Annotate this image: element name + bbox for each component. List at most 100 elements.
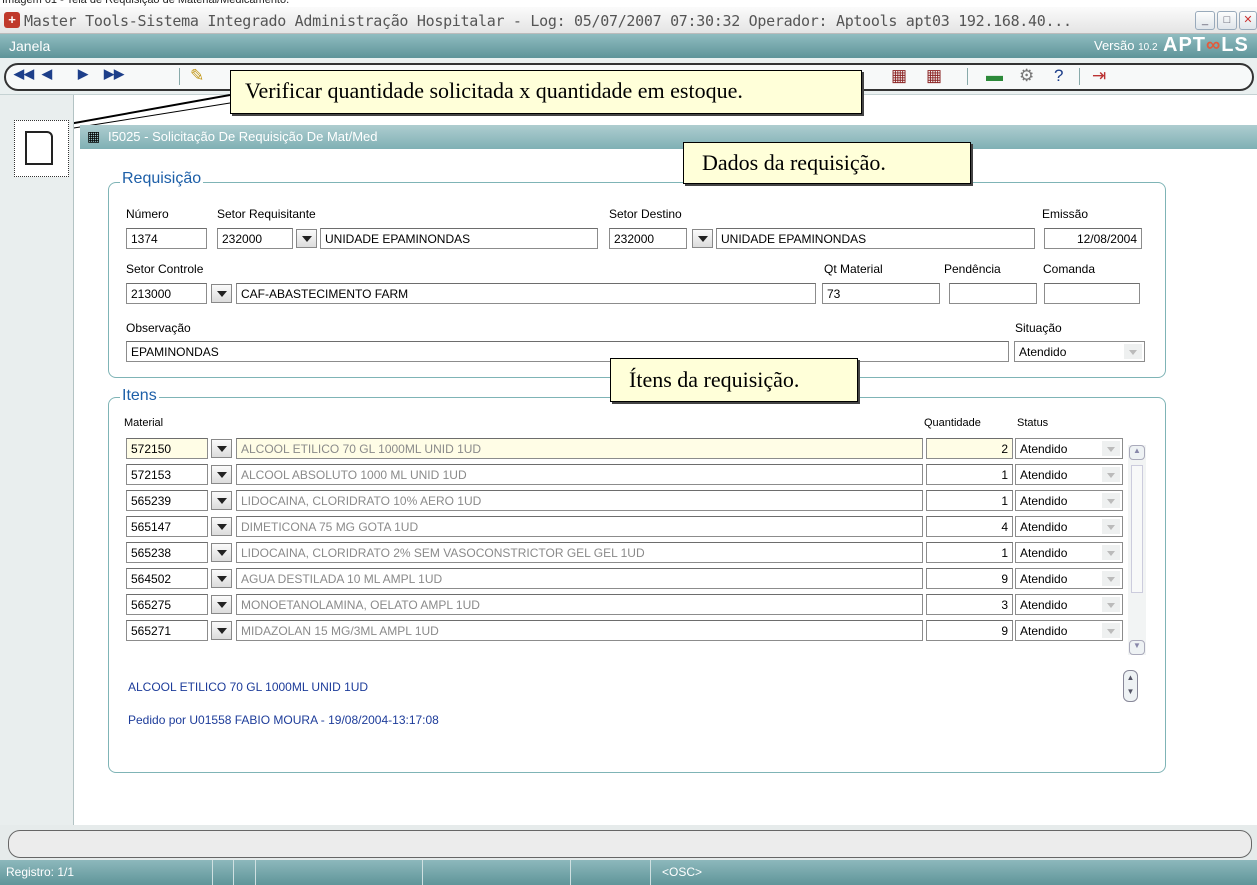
item-lov-button[interactable] [211,569,232,588]
item-quantity[interactable]: 1 [926,542,1013,563]
qt-material-field[interactable]: 73 [822,283,940,304]
pendencia-label: Pendência [944,262,1001,276]
setor-controle-name[interactable]: CAF-ABASTECIMENTO FARM [236,283,816,304]
item-code[interactable]: 572153 [126,464,208,485]
item-lov-button[interactable] [211,439,232,458]
item-lov-button[interactable] [211,465,232,484]
chevron-down-icon [1102,441,1120,456]
item-code[interactable]: 565238 [126,542,208,563]
item-status-select[interactable]: Atendido [1015,464,1123,485]
item-lov-button[interactable] [211,491,232,510]
item-quantity[interactable]: 4 [926,516,1013,537]
status-separator [255,860,256,885]
item-quantity[interactable]: 1 [926,490,1013,511]
item-status-value: Atendido [1020,520,1068,534]
itens-scrollbar[interactable]: ▲ ▼ [1128,445,1146,655]
emissao-field[interactable]: 12/08/2004 [1044,228,1142,249]
item-status-select[interactable]: Atendido [1015,542,1123,563]
setor-requisitante-name[interactable]: UNIDADE EPAMINONDAS [320,228,598,249]
chevron-down-icon [1102,545,1120,560]
setor-destino-code[interactable]: 232000 [609,228,687,249]
left-rail [0,95,74,825]
form-title: I5025 - Solicitação De Requisição De Mat… [108,129,378,144]
item-lov-button[interactable] [211,517,232,536]
chevron-down-icon [1102,597,1120,612]
item-quantity[interactable]: 9 [926,568,1013,589]
status-separator [570,860,571,885]
item-code[interactable]: 565275 [126,594,208,615]
item-status-select[interactable]: Atendido [1015,568,1123,589]
registro-status: Registro: 1/1 [6,865,75,879]
item-code[interactable]: 565239 [126,490,208,511]
item-code[interactable]: 565147 [126,516,208,537]
form-titlebar: ▦ I5025 - Solicitação De Requisição De M… [80,125,1257,149]
chevron-down-icon [1102,623,1120,638]
document-button[interactable] [14,120,69,177]
itens-legend: Itens [120,387,159,405]
item-description[interactable]: ALCOOL ABSOLUTO 1000 ML UNID 1UD [236,464,923,485]
chevron-down-icon [1124,344,1142,359]
setor-requisitante-code[interactable]: 232000 [217,228,293,249]
item-code[interactable]: 564502 [126,568,208,589]
pendencia-field[interactable] [949,283,1037,304]
situacao-label: Situação [1015,321,1062,335]
pedido-por-text: Pedido por U01558 FABIO MOURA - 19/08/20… [128,713,439,727]
mode-status: <OSC> [662,865,703,879]
setor-controle-code[interactable]: 213000 [126,283,207,304]
item-status-value: Atendido [1020,494,1068,508]
observacao-field[interactable]: EPAMINONDAS [126,341,1009,362]
item-quantity[interactable]: 2 [926,438,1013,459]
callout-itens: Ítens da requisição. [610,358,858,402]
setor-destino-label: Setor Destino [609,207,682,221]
col-status-header: Status [1017,417,1049,429]
status-separator [650,860,651,885]
scroll-up-icon[interactable]: ▲ [1129,445,1145,460]
situacao-value: Atendido [1019,345,1067,359]
item-status-select[interactable]: Atendido [1015,594,1123,615]
scroll-down-icon[interactable]: ▼ [1129,640,1145,655]
item-lov-button[interactable] [211,621,232,640]
item-code[interactable]: 565271 [126,620,208,641]
numero-label: Número [126,207,169,221]
comanda-field[interactable] [1044,283,1140,304]
chevron-down-icon [1102,571,1120,586]
item-quantity[interactable]: 3 [926,594,1013,615]
item-description[interactable]: MIDAZOLAN 15 MG/3ML AMPL 1UD [236,620,923,641]
callout-toolbar: Verificar quantidade solicitada x quanti… [230,70,862,114]
item-status-select[interactable]: Atendido [1015,620,1123,641]
item-description[interactable]: DIMETICONA 75 MG GOTA 1UD [236,516,923,537]
form-icon: ▦ [87,128,101,144]
item-quantity[interactable]: 9 [926,620,1013,641]
item-status-select[interactable]: Atendido [1015,490,1123,511]
chevron-down-icon [1102,519,1120,534]
document-icon [25,131,53,165]
comanda-label: Comanda [1043,262,1096,276]
setor-controle-lov-button[interactable] [211,284,232,303]
spin-updown-icon[interactable]: ▲ ▼ [1123,670,1138,702]
setor-requisitante-lov-button[interactable] [296,229,317,248]
item-description[interactable]: AGUA DESTILADA 10 ML AMPL 1UD [236,568,923,589]
item-lov-button[interactable] [211,595,232,614]
item-description[interactable]: ALCOOL ETILICO 70 GL 1000ML UNID 1UD [236,438,923,459]
item-status-value: Atendido [1020,442,1068,456]
scroll-thumb[interactable] [1131,465,1143,593]
item-status-select[interactable]: Atendido [1015,516,1123,537]
item-lov-button[interactable] [211,543,232,562]
item-quantity[interactable]: 1 [926,464,1013,485]
status-area: Registro: 1/1 <OSC> [0,825,1257,885]
item-status-value: Atendido [1020,572,1068,586]
situacao-select[interactable]: Atendido [1014,341,1145,362]
numero-field[interactable]: 1374 [126,228,207,249]
status-bar [0,860,1257,885]
observacao-label: Observação [126,321,191,335]
item-status-select[interactable]: Atendido [1015,438,1123,459]
setor-destino-lov-button[interactable] [692,229,713,248]
item-description[interactable]: LIDOCAINA, CLORIDRATO 10% AERO 1UD [236,490,923,511]
selected-item-description: ALCOOL ETILICO 70 GL 1000ML UNID 1UD [128,680,369,694]
item-code[interactable]: 572150 [126,438,208,459]
item-description[interactable]: MONOETANOLAMINA, OELATO AMPL 1UD [236,594,923,615]
message-line [8,830,1252,858]
setor-destino-name[interactable]: UNIDADE EPAMINONDAS [716,228,1035,249]
item-status-value: Atendido [1020,624,1068,638]
item-description[interactable]: LIDOCAINA, CLORIDRATO 2% SEM VASOCONSTRI… [236,542,923,563]
